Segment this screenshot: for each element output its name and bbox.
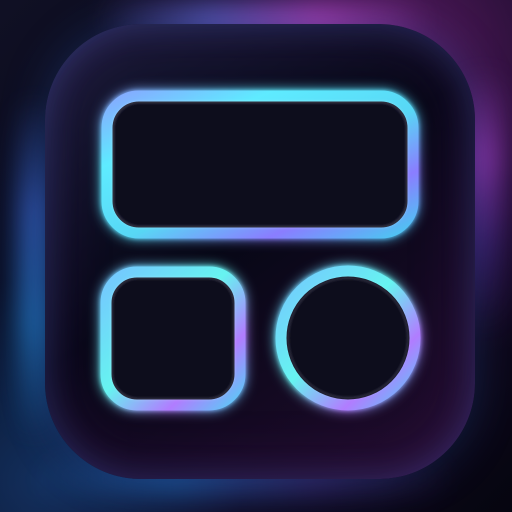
circle-outline-icon bbox=[275, 265, 421, 411]
widget-layout-icon bbox=[100, 90, 421, 411]
app-icon-background bbox=[0, 0, 512, 512]
small-rounded-square-icon bbox=[100, 266, 246, 411]
wide-rounded-rectangle-icon bbox=[101, 90, 419, 239]
